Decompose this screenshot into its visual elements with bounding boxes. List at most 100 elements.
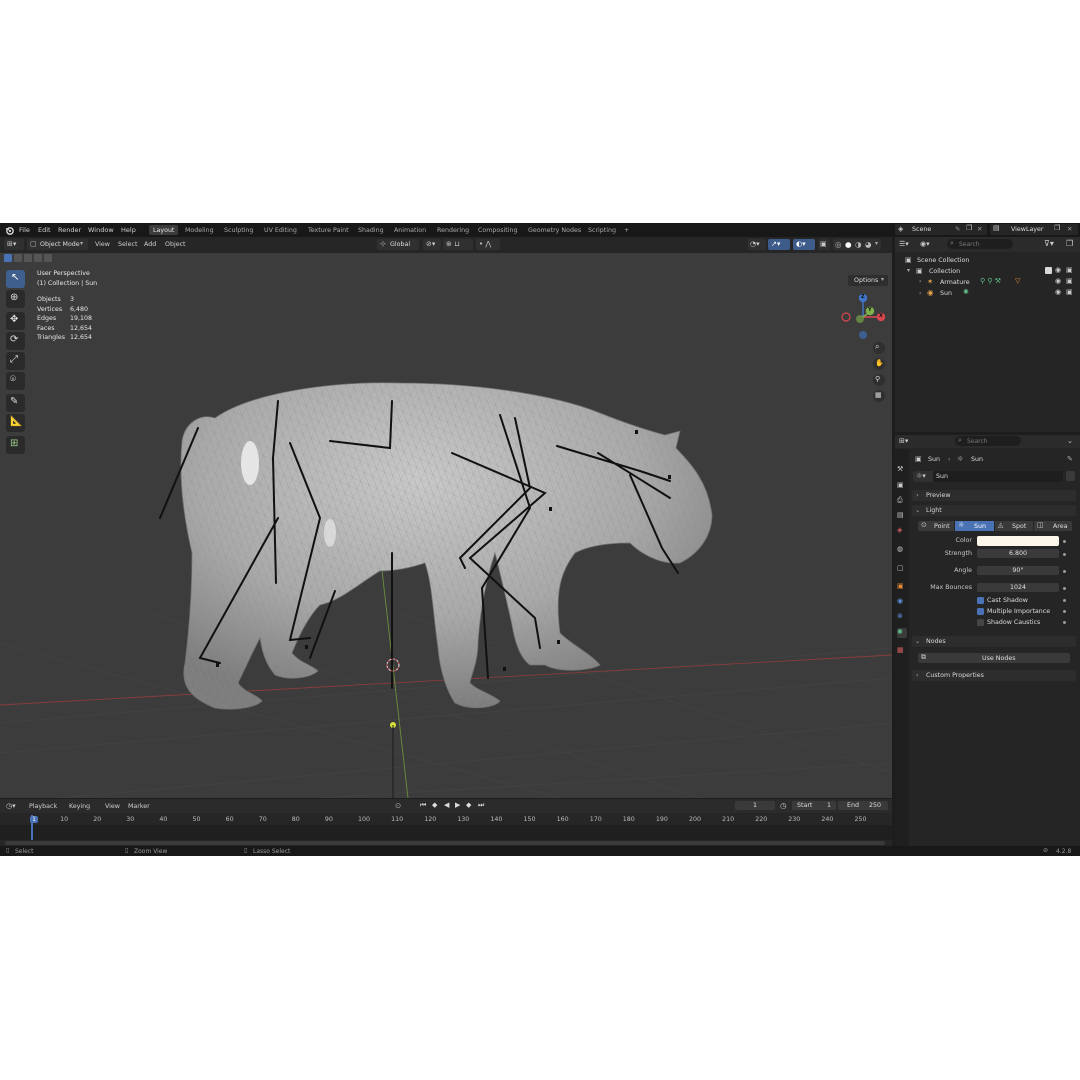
- outliner-type-icon[interactable]: ☰▾: [899, 240, 909, 248]
- display-mode-icon[interactable]: ◉▾: [920, 240, 930, 248]
- select-new-icon[interactable]: [4, 254, 12, 262]
- camera-icon[interactable]: ⚲: [873, 374, 885, 386]
- keyframe-dot-icon[interactable]: [1063, 587, 1066, 590]
- use-nodes-button[interactable]: ⧉ Use Nodes: [918, 653, 1070, 663]
- snap-selector[interactable]: ⊛ ⊔: [443, 239, 473, 250]
- expand-sun-icon[interactable]: ›: [919, 290, 921, 297]
- eye-icon[interactable]: ◉: [1055, 266, 1061, 274]
- keyframe-dot-icon[interactable]: [1063, 553, 1066, 556]
- menu-window[interactable]: Window: [88, 226, 114, 234]
- view-layer-tab-icon[interactable]: ▤: [897, 511, 907, 521]
- pin-icon[interactable]: ✎: [1067, 455, 1073, 463]
- tab-uv-editing[interactable]: UV Editing: [260, 225, 301, 235]
- close-layer-icon[interactable]: ✕: [1067, 225, 1072, 233]
- tab-shading[interactable]: Shading: [354, 225, 388, 235]
- select-box-tool[interactable]: ↖: [6, 270, 25, 288]
- chevron-down-icon[interactable]: ▾: [875, 240, 878, 247]
- menu-render[interactable]: Render: [58, 226, 81, 234]
- view-layer-selector[interactable]: ▤ ViewLayer ❐ ✕: [990, 224, 1078, 235]
- world-tab-icon[interactable]: ◍: [897, 545, 907, 555]
- constraints-tab-icon[interactable]: ⊗: [897, 612, 907, 622]
- menu-help[interactable]: Help: [121, 226, 136, 234]
- breadcrumb-object[interactable]: Sun: [928, 456, 940, 463]
- custom-properties-section[interactable]: › Custom Properties: [912, 670, 1076, 681]
- menu-view[interactable]: View: [95, 241, 110, 248]
- menu-select[interactable]: Select: [118, 241, 137, 248]
- collection-tab-icon[interactable]: ▢: [897, 564, 907, 574]
- blender-logo-icon[interactable]: [5, 226, 14, 235]
- light-type-sun[interactable]: ☼ Sun: [955, 521, 994, 531]
- fake-user-icon[interactable]: [1066, 471, 1075, 481]
- 3d-viewport[interactable]: User Perspective (1) Collection | Sun Ob…: [0, 253, 892, 798]
- menu-edit[interactable]: Edit: [38, 226, 51, 234]
- object-tab-icon[interactable]: ▣: [897, 582, 907, 592]
- proportional-edit[interactable]: • ⋀: [476, 239, 500, 250]
- menu-file[interactable]: File: [19, 226, 30, 234]
- tab-modeling[interactable]: Modeling: [181, 225, 218, 235]
- duplicate-layer-icon[interactable]: ❐: [1054, 224, 1060, 232]
- keyframe-dot-icon[interactable]: [1063, 610, 1066, 613]
- tab-scripting[interactable]: Scripting: [584, 225, 620, 235]
- expand-collection-icon[interactable]: ▾: [907, 267, 910, 274]
- tab-geometry-nodes[interactable]: Geometry Nodes: [524, 225, 585, 235]
- duplicate-icon[interactable]: ❐: [966, 224, 972, 232]
- transform-tool[interactable]: ⌾: [6, 372, 25, 390]
- eye-icon[interactable]: ◉: [1055, 288, 1061, 296]
- new-collection-icon[interactable]: ❐: [1066, 239, 1073, 248]
- shading-modes[interactable]: ◎ ● ◑ ◕ ▾: [833, 239, 881, 250]
- tab-animation[interactable]: Animation: [390, 225, 430, 235]
- add-cube-tool[interactable]: ⊞: [6, 436, 25, 454]
- pivot-selector[interactable]: ⊘▾: [423, 239, 441, 250]
- render-tab-icon[interactable]: ▣: [897, 481, 907, 491]
- properties-search-input[interactable]: ⌕ Search: [955, 436, 1021, 446]
- chevron-down-icon[interactable]: ⌄: [1067, 437, 1073, 445]
- camera-render-icon[interactable]: ▣: [1066, 266, 1073, 274]
- max-bounces-field[interactable]: 1024: [977, 583, 1059, 592]
- timeline-scrollbar[interactable]: [5, 841, 885, 845]
- outliner-search-input[interactable]: ⌕ Search: [947, 239, 1013, 249]
- angle-field[interactable]: 90°: [977, 566, 1059, 575]
- material-shading-icon[interactable]: ◑: [855, 240, 862, 249]
- tab-texture-paint[interactable]: Texture Paint: [304, 225, 353, 235]
- pan-hand-icon[interactable]: ✋: [873, 358, 885, 370]
- overlay-toggle[interactable]: ◐▾: [793, 239, 815, 250]
- select-subtract-icon[interactable]: [24, 254, 32, 262]
- strength-field[interactable]: 6.800: [977, 549, 1059, 558]
- expand-armature-icon[interactable]: ›: [919, 278, 921, 285]
- properties-type-icon[interactable]: ⊞▾: [899, 437, 908, 445]
- keyframe-dot-icon[interactable]: [1063, 599, 1066, 602]
- editor-type-selector[interactable]: ⊞▾: [4, 239, 24, 250]
- light-datablock-type[interactable]: ☼▾: [913, 471, 935, 482]
- tab-compositing[interactable]: Compositing: [474, 225, 521, 235]
- scene-selector[interactable]: ◈ Scene ✎ ❐ ✕: [895, 224, 987, 235]
- scale-tool[interactable]: ⤢: [6, 352, 25, 370]
- zoom-icon[interactable]: ⌕: [873, 342, 885, 354]
- select-invert-icon[interactable]: [34, 254, 42, 262]
- multiple-importance-checkbox[interactable]: [977, 608, 984, 615]
- navigation-gizmo[interactable]: Z X Y: [838, 291, 888, 343]
- shadow-caustics-checkbox[interactable]: [977, 619, 984, 626]
- eye-icon[interactable]: ◉: [1055, 277, 1061, 285]
- gizmo-toggle[interactable]: ↗▾: [768, 239, 790, 250]
- select-intersect-icon[interactable]: [44, 254, 52, 262]
- playhead[interactable]: [31, 815, 33, 840]
- camera-render-icon[interactable]: ▣: [1066, 277, 1073, 285]
- light-type-point[interactable]: ⊙ Point: [918, 521, 954, 531]
- armature-label[interactable]: Armature: [940, 279, 970, 286]
- measure-tool[interactable]: 📐: [6, 414, 25, 432]
- light-type-spot[interactable]: ◬ Spot: [995, 521, 1033, 531]
- orientation-selector[interactable]: ⊹ Global: [377, 239, 419, 250]
- selection-mode-buttons[interactable]: [4, 254, 60, 263]
- texture-tab-icon[interactable]: ▦: [897, 646, 907, 656]
- scene-tab-icon[interactable]: ◈: [897, 526, 907, 536]
- keyframe-dot-icon[interactable]: [1063, 540, 1066, 543]
- camera-render-icon[interactable]: ▣: [1066, 288, 1073, 296]
- close-icon[interactable]: ✕: [977, 225, 982, 233]
- tab-sculpting[interactable]: Sculpting: [220, 225, 257, 235]
- sun-label[interactable]: Sun: [940, 290, 952, 297]
- scene-collection-label[interactable]: Scene Collection: [917, 257, 969, 264]
- light-section[interactable]: ⌄ Light: [912, 505, 1076, 516]
- add-workspace-button[interactable]: +: [620, 225, 633, 235]
- cursor-tool[interactable]: ⊕: [6, 290, 25, 308]
- move-tool[interactable]: ✥: [6, 312, 25, 330]
